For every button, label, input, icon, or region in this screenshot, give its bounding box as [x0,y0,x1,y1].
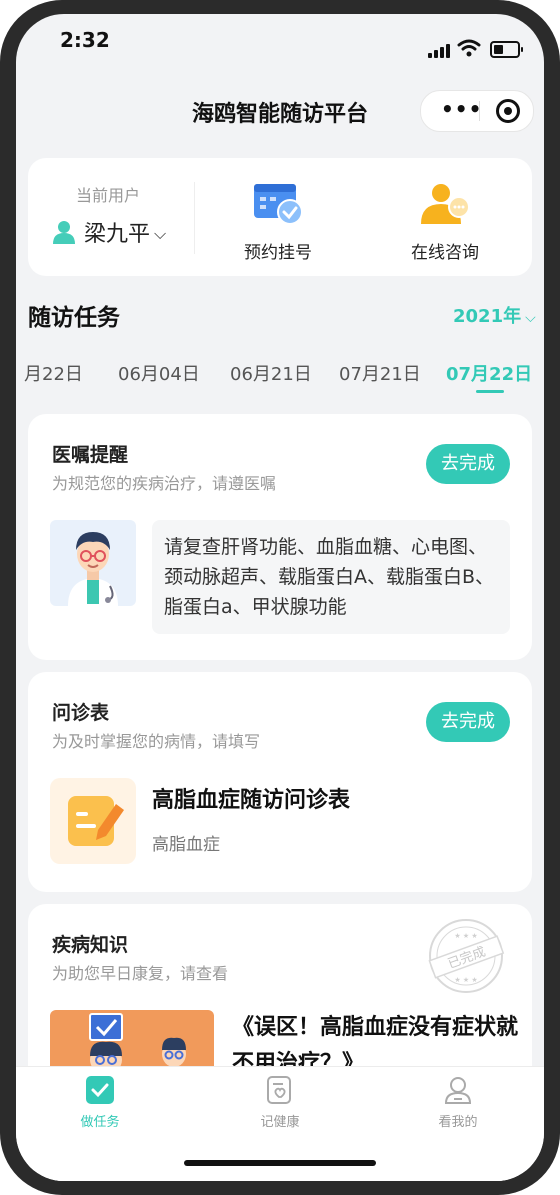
form-edit-icon [50,778,136,864]
form-name[interactable]: 高脂血症随访问诊表 [152,782,350,814]
home-indicator[interactable] [184,1160,376,1166]
task-title: 医嘱提醒 [52,444,129,466]
form-tag: 高脂血症 [152,835,220,855]
task-subtitle: 为及时掌握您的病情，请填写 [52,732,261,751]
calendar-check-icon [254,184,303,225]
svg-text:★ ★ ★: ★ ★ ★ [454,976,477,984]
date-tab[interactable]: 月22日 [24,360,83,386]
consult-button[interactable]: 在线咨询 [385,182,505,263]
more-icon[interactable]: ••• [441,97,482,121]
task-subtitle: 为规范您的疾病治疗，请遵医嘱 [52,474,277,493]
mini-program-capsule: ••• [420,90,534,132]
complete-button[interactable]: 去完成 [426,702,510,742]
task-title: 问诊表 [52,702,110,724]
date-tab[interactable]: 06月21日 [230,360,312,386]
divider [194,182,195,254]
user-card: 当前用户 梁九平 ⌵ 预约挂号 在线咨询 [28,158,532,276]
tab-mine[interactable]: 看我的 [408,1075,508,1130]
advice-content: 请复查肝肾功能、血脂血糖、心电图、颈动脉超声、载脂蛋白A、载脂蛋白B、脂蛋白a、… [152,520,510,634]
profile-icon [444,1077,472,1104]
year-label: 2021年 [453,306,522,327]
current-user-label: 当前用户 [76,186,141,205]
task-check-icon [86,1076,114,1104]
tab-health[interactable]: 记健康 [230,1075,330,1130]
tab-label: 记健康 [260,1115,300,1130]
status-bar: 2:32 [16,14,544,74]
user-icon [53,221,75,244]
health-record-icon [267,1076,291,1104]
doctor-consult-icon [421,184,470,224]
doctor-illustration [50,520,136,606]
wifi-icon [457,39,481,57]
close-target-icon[interactable] [496,99,520,123]
app-screen: 2:32 海鸥智能随访平台 ••• 当前用户 梁九平 ⌵ 预约挂号 在线咨询 随… [16,14,544,1181]
advice-card: 医嘱提醒 为规范您的疾病治疗，请遵医嘱 去完成 请复查肝肾功能、血脂血糖、心电图… [28,414,532,660]
tab-label: 做任务 [80,1115,120,1130]
phone-frame: 2:32 海鸥智能随访平台 ••• 当前用户 梁九平 ⌵ 预约挂号 在线咨询 随… [0,0,560,1195]
status-time: 2:32 [60,28,110,52]
capsule-divider [479,101,480,121]
completed-stamp: 已完成 ★ ★ ★ ★ ★ ★ [428,919,505,993]
date-tab-active[interactable]: 07月22日 [446,360,532,386]
user-name: 梁九平 [84,222,151,247]
battery-icon [490,41,523,58]
complete-button[interactable]: 去完成 [426,444,510,484]
date-tab[interactable]: 06月04日 [118,360,200,386]
task-subtitle: 为助您早日康复，请查看 [52,964,229,983]
appointment-button[interactable]: 预约挂号 [218,182,338,263]
chevron-down-icon: ⌵ [154,224,167,243]
appointment-label: 预约挂号 [244,243,312,263]
chevron-down-icon: ⌵ [525,310,536,326]
consult-label: 在线咨询 [411,243,479,263]
tab-label: 看我的 [438,1115,478,1130]
questionnaire-card: 问诊表 为及时掌握您的病情，请填写 去完成 高脂血症随访问诊表 高脂血症 [28,672,532,892]
year-selector[interactable]: 2021年 ⌵ [453,302,536,328]
date-tab[interactable]: 07月21日 [339,360,421,386]
section-title: 随访任务 [28,305,120,331]
user-switcher[interactable]: 梁九平 ⌵ [52,216,166,248]
active-date-indicator [476,390,504,393]
tab-tasks[interactable]: 做任务 [50,1075,150,1130]
task-title: 疾病知识 [52,934,129,956]
svg-text:★ ★ ★: ★ ★ ★ [454,932,477,940]
